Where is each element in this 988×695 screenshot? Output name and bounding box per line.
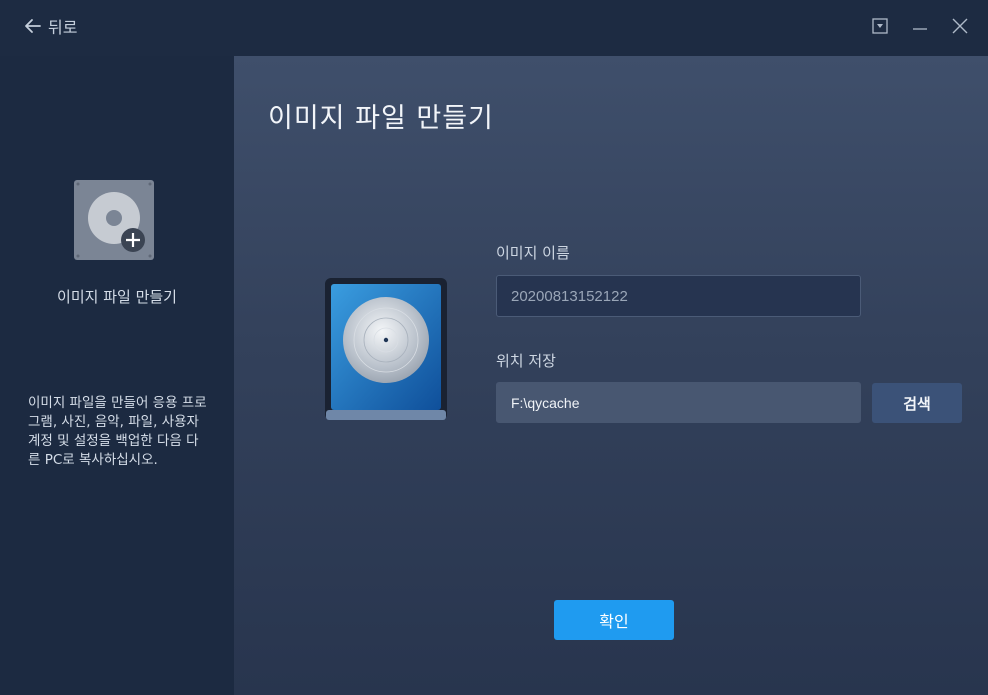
dropdown-icon bbox=[872, 18, 888, 34]
arrow-left-icon bbox=[25, 19, 41, 33]
minimize-icon bbox=[913, 28, 927, 30]
browse-button[interactable]: 검색 bbox=[872, 383, 962, 423]
back-button[interactable]: 뒤로 bbox=[24, 14, 77, 38]
window-controls bbox=[870, 16, 970, 36]
close-icon bbox=[952, 18, 968, 34]
location-value: F:\qycache bbox=[511, 394, 580, 411]
disk-image-icon bbox=[325, 278, 447, 420]
title-bar: 뒤로 bbox=[0, 0, 988, 56]
disk-image-add-icon bbox=[74, 180, 154, 260]
close-button[interactable] bbox=[950, 16, 970, 36]
image-name-label: 이미지 이름 bbox=[496, 244, 570, 262]
back-label: 뒤로 bbox=[48, 18, 78, 37]
location-label: 위치 저장 bbox=[496, 352, 556, 370]
minimize-button[interactable] bbox=[910, 16, 930, 36]
main-panel: 이미지 파일 만들기 이미지 이름 20200813152122 위치 저장 F… bbox=[234, 56, 988, 695]
sidebar-title: 이미지 파일 만들기 bbox=[57, 288, 177, 306]
dropdown-button[interactable] bbox=[870, 16, 890, 36]
location-input[interactable]: F:\qycache bbox=[496, 382, 861, 423]
image-name-input[interactable]: 20200813152122 bbox=[496, 275, 861, 317]
image-name-value: 20200813152122 bbox=[511, 287, 628, 305]
sidebar-description: 이미지 파일을 만들어 응용 프로그램, 사진, 음악, 파일, 사용자 계정 … bbox=[28, 395, 207, 468]
sidebar: 이미지 파일 만들기 이미지 파일을 만들어 응용 프로그램, 사진, 음악, … bbox=[0, 56, 234, 695]
confirm-button[interactable]: 확인 bbox=[554, 600, 674, 640]
page-title: 이미지 파일 만들기 bbox=[268, 103, 494, 134]
